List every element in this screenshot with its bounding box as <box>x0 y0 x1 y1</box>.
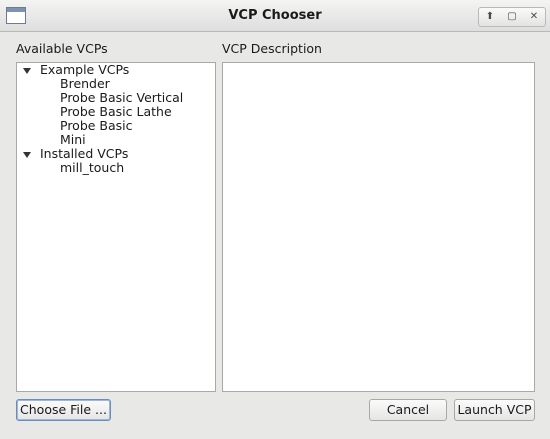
tree-item-brender[interactable]: Brender <box>60 77 110 91</box>
tree-item-probe-basic-vertical[interactable]: Probe Basic Vertical <box>60 91 183 105</box>
tree-item-mill-touch[interactable]: mill_touch <box>60 161 124 175</box>
restore-icon[interactable]: ▢ <box>501 8 523 26</box>
expand-arrow-icon[interactable] <box>23 152 31 158</box>
launch-vcp-button[interactable]: Launch VCP <box>454 399 535 421</box>
tree-item-mini[interactable]: Mini <box>60 133 86 147</box>
close-icon[interactable]: ✕ <box>523 8 545 26</box>
window-title: VCP Chooser <box>228 8 322 23</box>
vcp-description-label: VCP Description <box>222 41 322 56</box>
tree-group-example-vcps[interactable]: Example VCPs <box>40 63 129 77</box>
expand-arrow-icon[interactable] <box>23 68 31 74</box>
available-vcps-label: Available VCPs <box>16 41 108 56</box>
cancel-button[interactable]: Cancel <box>369 399 447 421</box>
window-controls: ⬆︎ ▢ ✕ <box>478 7 546 27</box>
tree-group-installed-vcps[interactable]: Installed VCPs <box>40 147 128 161</box>
tree-item-probe-basic-lathe[interactable]: Probe Basic Lathe <box>60 105 172 119</box>
tree-item-probe-basic[interactable]: Probe Basic <box>60 119 133 133</box>
maximize-icon[interactable]: ⬆︎ <box>479 8 501 26</box>
vcp-tree[interactable]: Example VCPs Brender Probe Basic Vertica… <box>16 62 216 392</box>
title-bar[interactable]: VCP Chooser ⬆︎ ▢ ✕ <box>0 0 550 32</box>
choose-file-button[interactable]: Choose File ... <box>16 399 111 421</box>
vcp-description-panel[interactable] <box>222 62 535 392</box>
